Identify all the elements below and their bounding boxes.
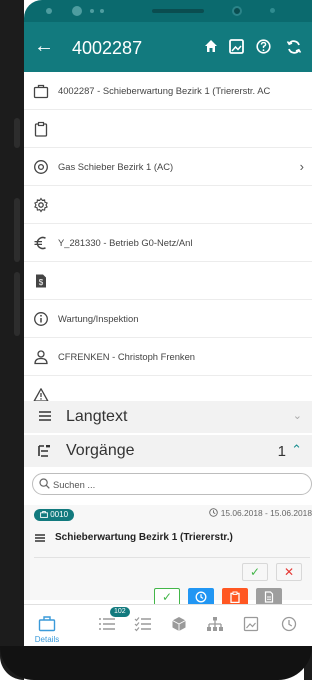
- equipment-row[interactable]: [24, 186, 312, 224]
- status-dot: [270, 8, 275, 13]
- person-text: CFRENKEN - Christoph Frenken: [58, 351, 196, 362]
- order-row[interactable]: 4002287 - Schieberwartung Bezirk 1 (Trie…: [24, 72, 312, 110]
- date-range: 15.06.2018 - 15.06.2018: [209, 508, 312, 518]
- hierarchy-icon: [207, 617, 223, 631]
- location-text: Gas Schieber Bezirk 1 (AC): [58, 161, 174, 172]
- status-pill: [152, 9, 204, 13]
- cube-icon: [172, 617, 186, 631]
- cost-text: Y_281330 - Betrieb G0-Netz/Anl: [58, 237, 193, 248]
- divider: [34, 557, 310, 558]
- activity-text: Wartung/Inspektion: [58, 313, 139, 324]
- device-bezel-bottom: [0, 646, 312, 680]
- location-row[interactable]: Gas Schieber Bezirk 1 (AC) ›: [24, 148, 312, 186]
- invoice-row[interactable]: $: [24, 262, 312, 300]
- activity-row[interactable]: Wartung/Inspektion: [24, 300, 312, 338]
- checklist-icon: [134, 617, 151, 632]
- phone-frame: ← 4002287 4002287 - Schieberwartung Bezi…: [0, 0, 312, 680]
- document-icon: [264, 591, 274, 603]
- app-screen: ← 4002287 4002287 - Schieberwartung Bezi…: [24, 0, 312, 646]
- sync-icon[interactable]: [286, 39, 302, 55]
- help-icon[interactable]: [256, 39, 271, 54]
- nav-hierarchy[interactable]: [200, 611, 230, 641]
- briefcase-icon: [40, 511, 48, 518]
- confirm-button[interactable]: ✓: [242, 563, 268, 581]
- search-icon: [39, 478, 50, 489]
- clipboard-icon: [34, 121, 48, 137]
- nav-time[interactable]: [274, 611, 304, 641]
- euro-icon: [34, 236, 46, 250]
- vorgaenge-label: Vorgänge: [66, 442, 135, 459]
- nav-material[interactable]: [164, 611, 194, 641]
- list-icon: [99, 618, 115, 630]
- chevron-down-icon: ⌄: [292, 410, 302, 422]
- device-bezel-left: [0, 0, 24, 680]
- nav-details[interactable]: Details: [32, 611, 62, 644]
- briefcase-icon: [38, 616, 56, 632]
- person-row[interactable]: CFRENKEN - Christoph Frenken: [24, 338, 312, 376]
- nav-details-label: Details: [34, 635, 60, 644]
- clock-icon: [281, 616, 297, 632]
- task-title: Schieberwartung Bezirk 1 (Triererstr.): [55, 532, 233, 543]
- svg-text:$: $: [39, 278, 44, 287]
- chevron-up-icon[interactable]: ⌃: [291, 442, 302, 458]
- page-title: 4002287: [72, 38, 143, 58]
- search-box[interactable]: [32, 473, 312, 495]
- tree-list-icon: [38, 445, 50, 457]
- vorgaenge-section[interactable]: Vorgänge 1 ⌃: [24, 435, 312, 467]
- device-button: [14, 118, 20, 148]
- chevron-right-icon: ›: [299, 159, 304, 174]
- status-bar: [24, 0, 312, 22]
- notification-row[interactable]: [24, 110, 312, 148]
- status-dot: [46, 8, 52, 14]
- arrow-left-icon[interactable]: ←: [34, 34, 54, 58]
- image-icon[interactable]: [229, 39, 244, 54]
- vorgaenge-count: 1: [277, 443, 286, 460]
- langtext-section[interactable]: Langtext ⌄: [24, 401, 312, 433]
- list-count-badge: 102: [110, 607, 130, 617]
- gear-icon: [34, 197, 48, 213]
- dollar-doc-icon: $: [36, 274, 46, 288]
- nav-images[interactable]: [236, 611, 266, 641]
- lines-icon: [39, 411, 51, 421]
- device-button: [14, 198, 20, 262]
- person-icon: [34, 350, 48, 365]
- status-dot: [100, 9, 104, 13]
- clock-icon: [209, 508, 219, 517]
- home-icon[interactable]: [204, 39, 218, 53]
- search-input[interactable]: [53, 477, 293, 491]
- device-button: [14, 272, 20, 336]
- operation-number: 0010: [50, 510, 69, 519]
- clipboard-icon: [230, 591, 240, 604]
- app-header: ← 4002287: [24, 22, 312, 72]
- cost-row[interactable]: Y_281330 - Betrieb G0-Netz/Anl: [24, 224, 312, 262]
- order-text: 4002287 - Schieberwartung Bezirk 1 (Trie…: [58, 85, 271, 96]
- status-dot: [72, 6, 82, 16]
- location-icon: [34, 160, 48, 174]
- date-range-text: 15.06.2018 - 15.06.2018: [220, 508, 312, 518]
- image-icon: [243, 616, 259, 632]
- operation-badge: 0010: [34, 509, 75, 521]
- task-card[interactable]: 0010 15.06.2018 - 15.06.2018 Schieberwar…: [24, 505, 312, 600]
- camera: [232, 6, 242, 16]
- info-icon: [34, 312, 48, 326]
- lines-icon: [35, 534, 45, 542]
- bottom-nav: Details 102: [24, 604, 312, 646]
- reject-button[interactable]: ✕: [276, 563, 302, 581]
- briefcase-icon: [33, 84, 49, 99]
- clock-icon: [195, 591, 207, 603]
- langtext-label: Langtext: [66, 408, 128, 425]
- nav-checklist[interactable]: [128, 611, 158, 641]
- status-dot: [90, 9, 94, 13]
